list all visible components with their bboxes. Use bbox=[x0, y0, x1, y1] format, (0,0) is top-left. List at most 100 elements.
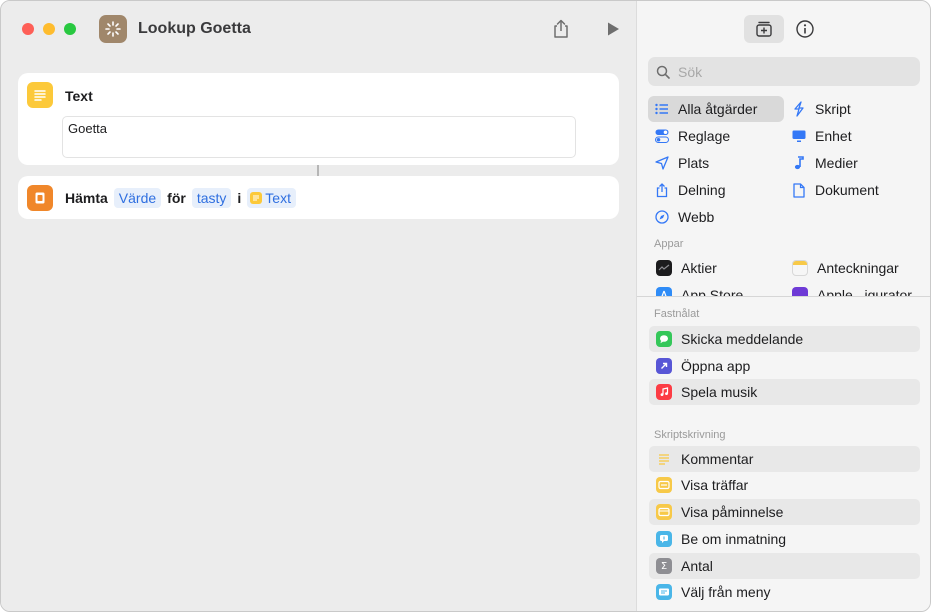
add-action-icon bbox=[756, 21, 772, 37]
action-library: Alla åtgärder Skript Reglage Enhet Plats bbox=[636, 1, 930, 611]
action-label: Välj från meny bbox=[681, 584, 771, 600]
category-label: Dokument bbox=[815, 182, 879, 198]
play-icon bbox=[608, 22, 619, 36]
category-scripting[interactable]: Skript bbox=[785, 96, 921, 122]
text-action-title: Text bbox=[65, 88, 93, 104]
app-label: Anteckningar bbox=[817, 260, 899, 276]
music-note-icon bbox=[791, 155, 807, 171]
get-verb: Hämta bbox=[65, 190, 108, 206]
share-button[interactable] bbox=[549, 17, 573, 41]
message-icon bbox=[656, 331, 672, 347]
shortcuts-window: Lookup Goetta Text Goetta Hämta Värde fö… bbox=[0, 0, 931, 612]
category-device[interactable]: Enhet bbox=[785, 123, 921, 149]
app-item-apple-configurator[interactable]: Apple...igurator bbox=[792, 282, 912, 297]
toggle-icon bbox=[654, 128, 670, 144]
text-variable-icon bbox=[250, 192, 263, 204]
apps-section-label: Appar bbox=[654, 238, 684, 250]
category-label: Webb bbox=[678, 209, 715, 225]
scripting-action-comment[interactable]: Kommentar bbox=[649, 446, 920, 472]
category-all-actions[interactable]: Alla åtgärder bbox=[648, 96, 784, 122]
minimize-button[interactable] bbox=[43, 23, 55, 35]
action-label: Be om inmatning bbox=[681, 531, 787, 547]
location-arrow-icon bbox=[654, 155, 670, 171]
pinned-action-play-music[interactable]: Spela musik bbox=[649, 379, 920, 405]
library-tab[interactable] bbox=[744, 15, 784, 43]
sparkle-icon bbox=[105, 21, 121, 37]
scripting-action-ask-for-input[interactable]: Be om inmatning bbox=[649, 526, 920, 552]
action-label: Visa påminnelse bbox=[681, 504, 784, 520]
text-action-content-field[interactable]: Goetta bbox=[62, 116, 576, 158]
text-lines-icon bbox=[34, 90, 46, 101]
category-web[interactable]: Webb bbox=[648, 204, 784, 230]
search-icon bbox=[656, 65, 670, 79]
window-title: Lookup Goetta bbox=[138, 20, 251, 37]
key-token[interactable]: tasty bbox=[191, 188, 232, 208]
details-tab[interactable] bbox=[785, 15, 825, 43]
ask-input-icon bbox=[656, 531, 672, 547]
category-label: Delning bbox=[678, 182, 726, 198]
for-word: för bbox=[167, 190, 186, 206]
editor-pane: Lookup Goetta Text Goetta Hämta Värde fö… bbox=[1, 1, 636, 611]
app-item-notes[interactable]: Anteckningar bbox=[792, 255, 899, 281]
list-icon bbox=[654, 101, 670, 117]
app-item-app-store[interactable]: App Store bbox=[656, 282, 743, 297]
show-results-icon bbox=[656, 477, 672, 493]
dictionary-icon bbox=[35, 192, 45, 204]
close-button[interactable] bbox=[22, 23, 34, 35]
category-media[interactable]: Medier bbox=[785, 150, 921, 176]
search-input[interactable] bbox=[678, 63, 898, 80]
music-icon bbox=[656, 384, 672, 400]
app-label: Aktier bbox=[681, 260, 717, 276]
action-label: Kommentar bbox=[681, 451, 754, 467]
toolbar: Lookup Goetta bbox=[1, 1, 636, 57]
document-icon bbox=[791, 182, 807, 198]
action-label: Spela musik bbox=[681, 384, 758, 400]
dictionary-variable-label: Text bbox=[265, 190, 291, 206]
category-label: Skript bbox=[815, 101, 851, 117]
category-label: Medier bbox=[815, 155, 858, 171]
text-action-card[interactable]: Text Goetta bbox=[18, 73, 619, 165]
category-documents[interactable]: Dokument bbox=[785, 177, 921, 203]
action-label: Öppna app bbox=[681, 358, 751, 374]
get-dictionary-value-card[interactable]: Hämta Värde för tasty i Text bbox=[18, 176, 619, 219]
sigma-icon: Σ bbox=[656, 558, 672, 574]
zoom-button[interactable] bbox=[64, 23, 76, 35]
action-label: Visa träffar bbox=[681, 477, 749, 493]
category-label: Plats bbox=[678, 155, 710, 171]
pinned-action-open-app[interactable]: Öppna app bbox=[649, 353, 920, 379]
app-item-stocks[interactable]: Aktier bbox=[656, 255, 717, 281]
category-sharing[interactable]: Delning bbox=[648, 177, 784, 203]
category-label: Enhet bbox=[815, 128, 852, 144]
dictionary-variable-token[interactable]: Text bbox=[247, 188, 296, 208]
scripting-action-count[interactable]: Σ Antal bbox=[649, 553, 920, 579]
category-location[interactable]: Plats bbox=[648, 150, 784, 176]
text-action-icon bbox=[27, 82, 53, 108]
pinned-section-label: Fastnålat bbox=[654, 308, 700, 320]
comment-lines-icon bbox=[656, 451, 672, 467]
value-type-token[interactable]: Värde bbox=[113, 188, 162, 208]
notes-icon bbox=[792, 260, 808, 276]
action-connector bbox=[317, 165, 319, 176]
pinned-action-send-message[interactable]: Skicka meddelande bbox=[649, 326, 920, 352]
apps-list: Aktier Anteckningar App Store Apple...ig… bbox=[637, 251, 930, 297]
category-label: Alla åtgärder bbox=[678, 101, 758, 117]
scripting-action-choose-from-menu[interactable]: Välj från meny bbox=[649, 579, 920, 605]
share-icon bbox=[554, 19, 568, 38]
dictionary-action-icon bbox=[27, 185, 53, 211]
get-action-sentence: Hämta Värde för tasty i Text bbox=[65, 188, 302, 208]
run-button[interactable] bbox=[601, 17, 625, 41]
stocks-icon bbox=[656, 260, 672, 276]
action-label: Skicka meddelande bbox=[681, 331, 804, 347]
display-icon bbox=[791, 128, 807, 144]
alert-icon bbox=[656, 504, 672, 520]
search-field[interactable] bbox=[648, 57, 920, 86]
scripting-section-label: Skriptskrivning bbox=[654, 429, 726, 441]
section-divider bbox=[637, 296, 930, 297]
shortcut-icon[interactable] bbox=[99, 15, 127, 43]
menu-icon bbox=[656, 584, 672, 600]
scripting-action-show-alert[interactable]: Visa påminnelse bbox=[649, 499, 920, 525]
category-controls[interactable]: Reglage bbox=[648, 123, 784, 149]
share-icon bbox=[654, 182, 670, 198]
script-icon bbox=[791, 101, 807, 117]
scripting-action-show-results[interactable]: Visa träffar bbox=[649, 472, 920, 498]
